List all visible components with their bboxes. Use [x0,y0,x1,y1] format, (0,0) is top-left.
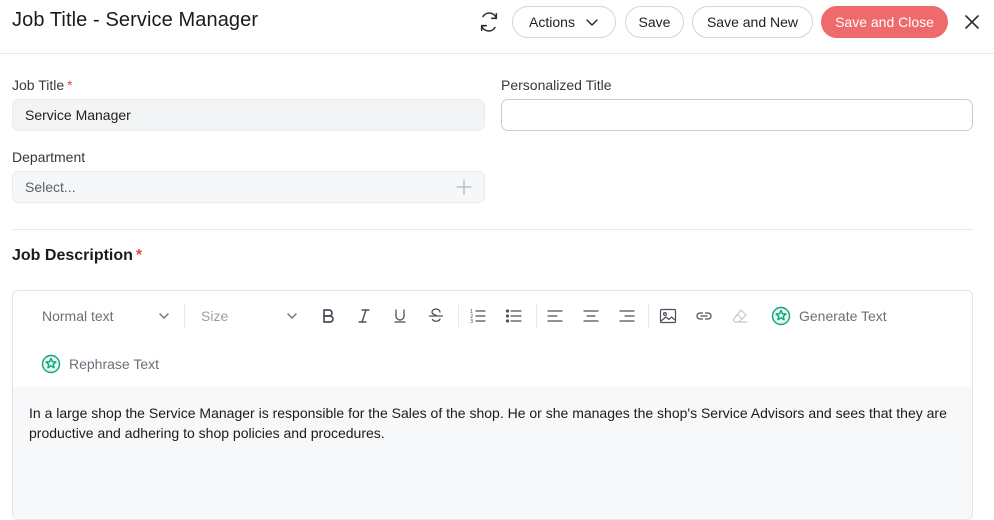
link-icon [696,312,712,320]
required-mark: * [135,247,143,264]
toolbar-separator [536,305,537,327]
close-icon [965,15,979,29]
bullet-list-icon [505,309,522,323]
chevron-down-icon [159,313,169,319]
strikethrough-button[interactable] [424,305,448,327]
toolbar-separator [648,305,649,327]
insert-image-button[interactable] [656,305,680,327]
save-button[interactable]: Save [625,6,684,38]
close-button[interactable] [962,12,982,32]
underline-icon [394,309,406,323]
align-center-icon [583,310,599,322]
page-header: Job Title - Service Manager Actions Save… [0,0,994,54]
actions-dropdown-button[interactable]: Actions [512,6,616,38]
text-style-select[interactable]: Normal text [42,305,170,327]
font-size-select[interactable]: Size [201,305,298,327]
bullet-list-button[interactable] [502,305,526,327]
generate-text-button[interactable]: Generate Text [771,304,887,328]
department-placeholder: Select... [25,179,76,195]
actions-label: Actions [529,14,575,30]
editor-content-area[interactable]: In a large shop the Service Manager is r… [13,387,972,519]
font-size-label: Size [201,308,229,324]
refresh-button[interactable] [476,9,502,35]
bold-button[interactable] [316,305,340,327]
plus-icon [456,179,472,195]
align-right-button[interactable] [615,305,639,327]
ordered-list-button[interactable]: 123 [466,305,490,327]
eraser-icon [732,309,747,323]
toolbar-separator [184,305,185,327]
align-center-button[interactable] [579,305,603,327]
rephrase-text-button[interactable]: Rephrase Text [41,352,159,376]
personalized-title-input[interactable] [501,99,973,131]
department-label: Department [12,149,86,165]
ordered-list-icon: 123 [470,309,486,325]
align-right-icon [619,310,635,322]
refresh-icon [480,12,498,32]
department-select[interactable]: Select... [12,171,485,203]
job-title-label-text: Job Title [12,77,65,93]
rich-text-editor: Normal text Size 123 Generate Text Rephr… [12,290,973,520]
job-description-text: In a large shop the Service Manager is r… [29,405,947,441]
ai-sparkle-icon [41,354,61,374]
strikethrough-icon [428,308,444,322]
save-and-close-button[interactable]: Save and Close [821,6,948,38]
insert-link-button[interactable] [692,305,716,327]
toolbar-separator [458,305,459,327]
job-title-input[interactable]: Service Manager [12,99,485,131]
svg-text:3: 3 [470,319,473,325]
underline-button[interactable] [388,305,412,327]
section-divider [12,229,973,230]
italic-button[interactable] [352,305,376,327]
rephrase-text-label: Rephrase Text [69,356,160,372]
clear-formatting-button[interactable] [728,305,752,327]
chevron-down-icon [287,313,297,319]
job-title-label: Job Title * [12,77,73,93]
save-and-new-button[interactable]: Save and New [692,6,813,38]
chevron-down-icon [585,15,599,29]
job-description-title: Job Description * [12,247,142,265]
image-icon [659,308,677,324]
editor-toolbar: Normal text Size 123 Generate Text Rephr… [13,291,972,387]
italic-icon [358,309,370,323]
align-left-button[interactable] [543,305,567,327]
job-title-value: Service Manager [25,107,131,123]
text-style-label: Normal text [42,308,114,324]
ai-sparkle-icon [771,306,791,326]
job-description-title-text: Job Description [12,247,133,264]
required-mark: * [67,77,73,93]
generate-text-label: Generate Text [799,308,887,324]
personalized-title-label: Personalized Title [501,77,612,93]
page-title: Job Title - Service Manager [12,9,259,31]
bold-icon [323,309,334,323]
align-left-icon [547,310,563,322]
